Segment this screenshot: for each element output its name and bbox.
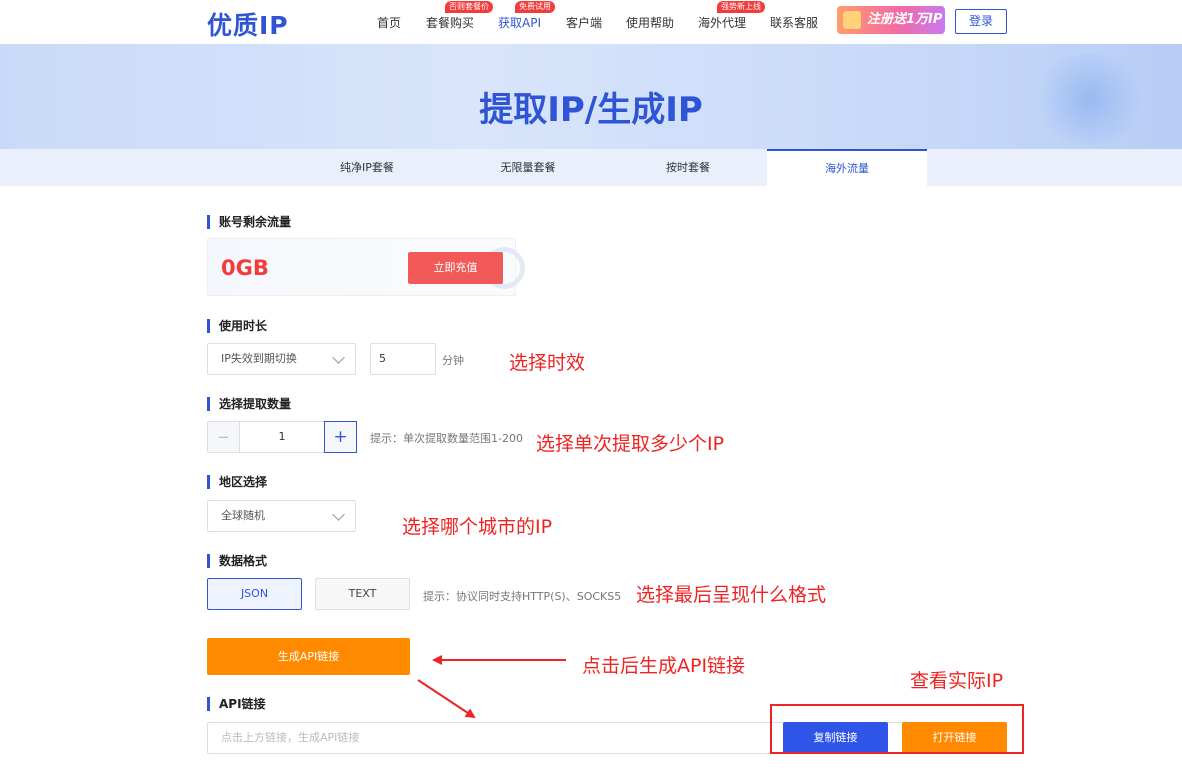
arrow-to-api-link — [417, 679, 476, 719]
annotation-arrows — [417, 655, 566, 719]
